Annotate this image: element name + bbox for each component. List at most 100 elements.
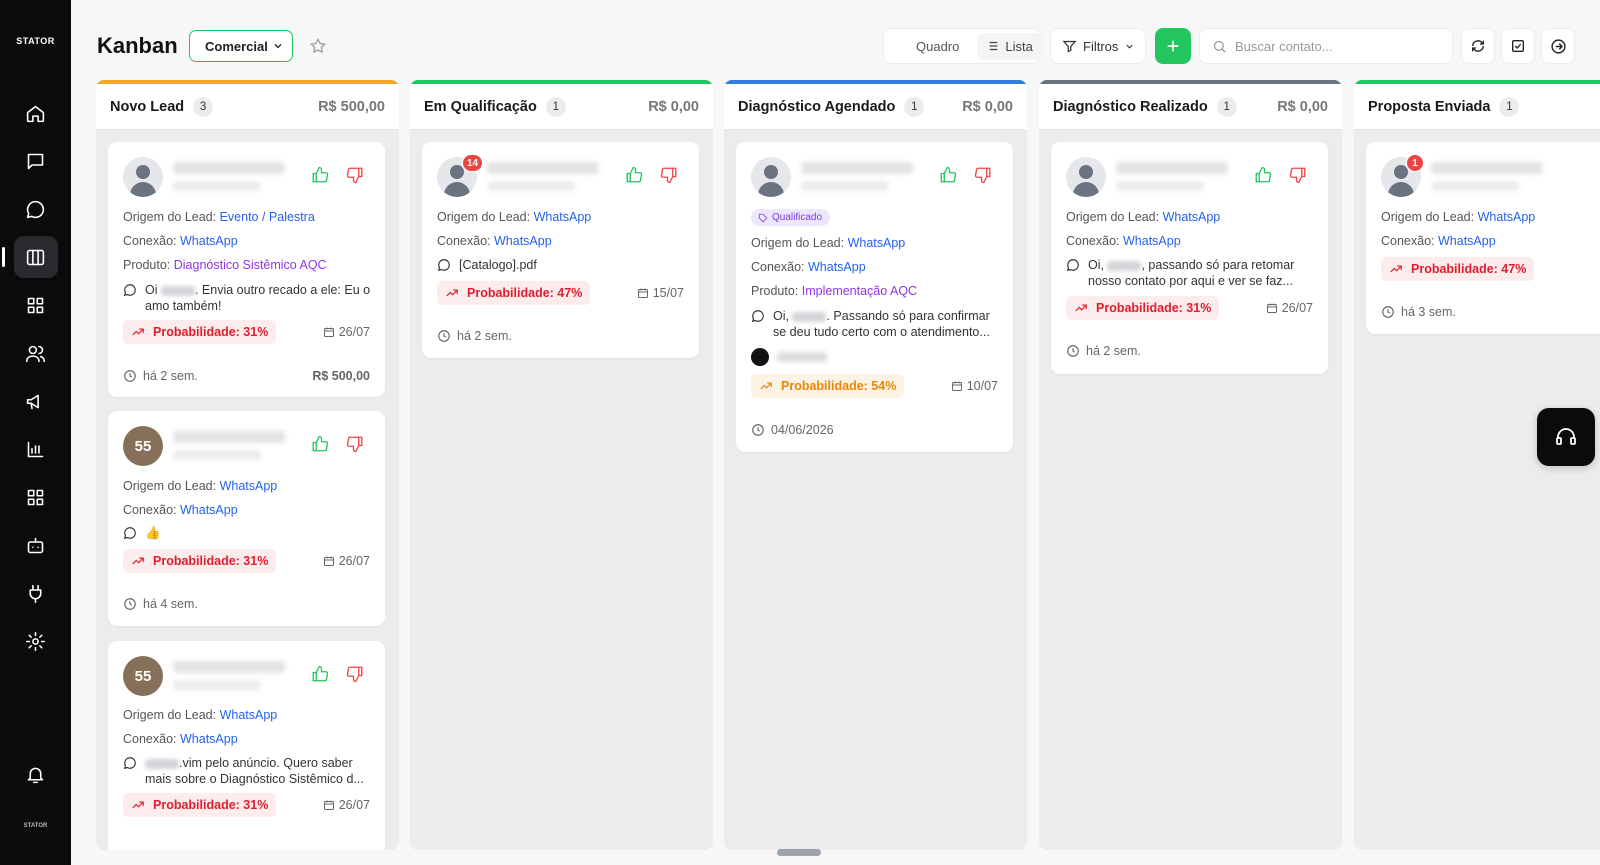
view-board-label: Quadro <box>916 38 960 54</box>
tag-badge: Qualificado <box>751 209 831 226</box>
plug-icon[interactable] <box>14 572 58 614</box>
thumbs-up-icon[interactable] <box>311 665 329 683</box>
last-message: .vim pelo anúncio. Quero saber mais sobr… <box>123 755 378 787</box>
star-icon[interactable] <box>309 37 327 55</box>
lead-card[interactable]: Origem do Lead: Evento / Palestra Conexã… <box>108 142 385 397</box>
unread-badge: 14 <box>462 154 484 172</box>
lead-product: Produto: Implementação AQC <box>751 284 918 298</box>
lead-connection: Conexão: WhatsApp <box>123 503 238 517</box>
filters-label: Filtros <box>1083 38 1119 54</box>
thumbs-down-icon[interactable] <box>346 665 364 683</box>
lead-connection: Conexão: WhatsApp <box>1381 234 1496 248</box>
calendar-icon <box>323 800 334 810</box>
column-diagnostico-agendado: Diagnóstico Agendado 1 R$ 0,00 Qualifica… <box>724 80 1027 850</box>
lead-card[interactable]: 1 Origem do Lead: WhatsApp Conexão: What… <box>1366 142 1600 334</box>
plus-icon <box>1167 40 1179 52</box>
column-total: R$ 0,00 <box>962 98 1013 115</box>
last-message: Oi, , passando só para retomar nosso con… <box>1066 257 1321 289</box>
refresh-icon <box>1472 40 1484 52</box>
contact-name-redacted <box>801 162 913 174</box>
lead-card[interactable]: 55 Origem do Lead: WhatsApp Conexão: Wha… <box>108 411 385 626</box>
kanban-icon[interactable] <box>1 236 58 278</box>
bar-chart-icon[interactable] <box>14 428 58 470</box>
trending-up-icon <box>446 289 458 297</box>
pipeline-select-label: Comercial <box>205 38 268 54</box>
sidebar: STATOR STATOR <box>0 0 71 865</box>
column-count: 3 <box>193 96 214 117</box>
bot-icon[interactable] <box>14 524 58 566</box>
probability-badge: Probabilidade: 31% <box>123 320 277 344</box>
tag-icon <box>758 213 768 222</box>
chat-square-icon[interactable] <box>14 140 58 182</box>
gear-icon[interactable] <box>14 620 58 662</box>
home-icon[interactable] <box>14 92 58 134</box>
contact-name-redacted <box>173 162 285 174</box>
tasks-button[interactable] <box>1501 28 1535 64</box>
thumbs-down-icon[interactable] <box>346 435 364 453</box>
lead-card[interactable]: 14 Origem do Lead: WhatsApp Conexão: Wha… <box>422 142 699 358</box>
lead-origin: Origem do Lead: WhatsApp <box>123 479 278 493</box>
side-nav <box>1 92 58 662</box>
thumbs-down-icon[interactable] <box>346 166 364 184</box>
contact-phone-redacted <box>801 181 889 191</box>
column-title: Novo Lead <box>110 98 185 115</box>
chat-bubble-icon[interactable] <box>14 188 58 230</box>
trending-up-icon <box>132 557 144 565</box>
last-message: [Catalogo].pdf <box>437 257 692 273</box>
lead-card[interactable]: 55 Origem do Lead: WhatsApp Conexão: Wha… <box>108 641 385 850</box>
column-count: 1 <box>545 96 566 117</box>
column-total: R$ 0,00 <box>648 98 699 115</box>
thumbs-up-icon[interactable] <box>939 166 957 184</box>
thumbs-down-icon[interactable] <box>660 166 678 184</box>
contact-name-redacted <box>173 431 285 443</box>
filters-button[interactable]: Filtros <box>1050 28 1146 64</box>
lead-connection: Conexão: WhatsApp <box>123 732 238 746</box>
view-list-button[interactable]: Lista <box>977 32 1043 60</box>
add-lead-button[interactable] <box>1155 28 1191 64</box>
search-input[interactable] <box>1235 38 1435 54</box>
column-diagnostico-realizado: Diagnóstico Realizado 1 R$ 0,00 Origem d… <box>1039 80 1342 850</box>
pipeline-select[interactable]: Comercial <box>189 30 293 62</box>
thumbs-down-icon[interactable] <box>974 166 992 184</box>
trending-up-icon <box>1390 265 1402 273</box>
avatar: 55 <box>123 426 163 466</box>
search-box <box>1199 28 1453 64</box>
thumbs-up-icon[interactable] <box>311 435 329 453</box>
lead-origin: Origem do Lead: WhatsApp <box>123 708 278 722</box>
support-button[interactable] <box>1537 408 1595 466</box>
thumbs-up-icon[interactable] <box>311 166 329 184</box>
message-icon <box>1066 259 1079 272</box>
checkbox-icon <box>1512 40 1524 52</box>
clock-icon <box>124 598 136 610</box>
column-header: Proposta Enviada 1 <box>1354 84 1600 130</box>
trending-up-icon <box>760 382 772 390</box>
refresh-button[interactable] <box>1461 28 1495 64</box>
thumbs-up-icon[interactable] <box>625 166 643 184</box>
horizontal-scrollbar[interactable] <box>777 849 821 856</box>
message-icon <box>437 259 450 272</box>
exit-button[interactable] <box>1541 28 1575 64</box>
column-title: Diagnóstico Realizado <box>1053 98 1208 115</box>
lead-card[interactable]: Origem do Lead: WhatsApp Conexão: WhatsA… <box>1051 142 1328 374</box>
thumbs-down-icon[interactable] <box>1289 166 1307 184</box>
view-board-button[interactable]: Quadro <box>916 39 959 54</box>
calendar-icon <box>1266 303 1277 313</box>
column-count: 1 <box>1499 96 1520 117</box>
probability-badge: Probabilidade: 47% <box>437 281 591 305</box>
avatar <box>751 157 791 197</box>
trending-up-icon <box>132 801 144 809</box>
column-header: Em Qualificação 1 R$ 0,00 <box>410 84 713 130</box>
calendar-icon <box>637 288 648 298</box>
probability-badge: Probabilidade: 31% <box>1066 296 1220 320</box>
lead-card[interactable]: Qualificado Origem do Lead: WhatsApp Con… <box>736 142 1013 452</box>
bell-icon[interactable] <box>14 753 58 795</box>
megaphone-icon[interactable] <box>14 380 58 422</box>
apps-icon[interactable] <box>14 476 58 518</box>
chevron-down-icon <box>1126 44 1134 49</box>
grid-icon[interactable] <box>14 284 58 326</box>
thumbs-up-icon[interactable] <box>1254 166 1272 184</box>
users-icon[interactable] <box>14 332 58 374</box>
due-date: 26/07 <box>1266 301 1313 315</box>
contact-name-redacted <box>1116 162 1228 174</box>
message-icon <box>123 757 136 770</box>
